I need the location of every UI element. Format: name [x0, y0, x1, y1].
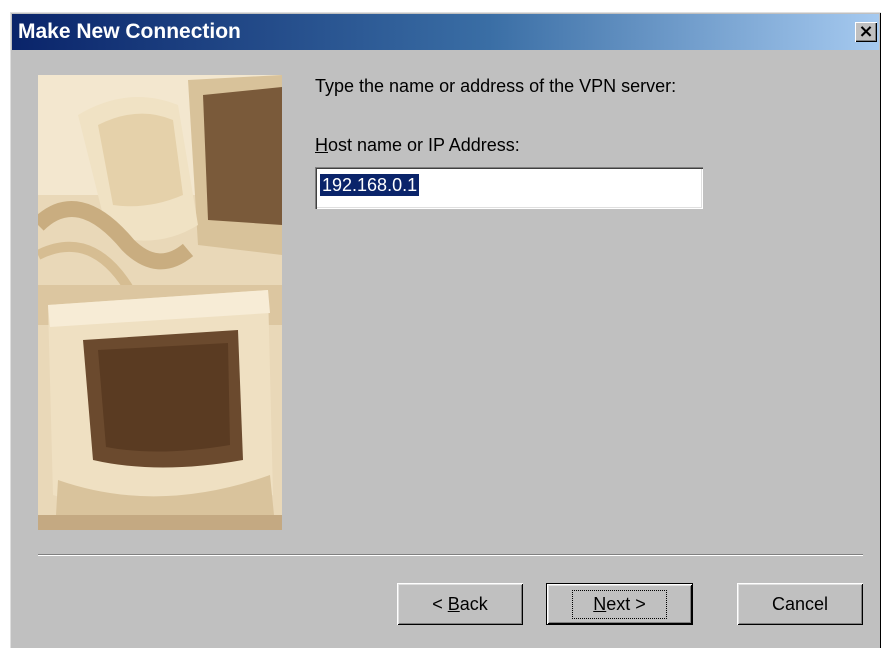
next-button-label: ext > — [606, 593, 646, 614]
title-bar[interactable]: Make New Connection × — [12, 14, 879, 50]
host-address-value: 192.168.0.1 — [320, 174, 420, 196]
make-new-connection-dialog: Make New Connection × Type the name or a… — [10, 12, 881, 648]
host-label-text: ost name or IP Address: — [328, 135, 520, 155]
host-field-label: Host name or IP Address: — [315, 135, 520, 156]
back-button[interactable]: < Back — [397, 583, 523, 625]
button-separator — [38, 554, 863, 556]
monitors-and-phone-illustration — [38, 75, 282, 530]
next-button-focus: Next > — [572, 589, 667, 619]
back-button-label: ack — [459, 593, 488, 614]
wizard-illustration — [38, 75, 282, 530]
close-button[interactable]: × — [855, 22, 877, 42]
close-icon: × — [858, 21, 874, 42]
host-label-accelerator: H — [315, 135, 328, 155]
cancel-button[interactable]: Cancel — [737, 583, 863, 625]
host-address-input[interactable]: 192.168.0.1 — [315, 167, 703, 209]
next-button[interactable]: Next > — [546, 583, 693, 625]
back-button-prefix: < — [432, 593, 448, 614]
window-title: Make New Connection — [18, 20, 241, 43]
back-button-accelerator: B — [447, 593, 460, 614]
next-button-accelerator: N — [593, 593, 607, 614]
cancel-button-label: Cancel — [771, 593, 829, 614]
instruction-text: Type the name or address of the VPN serv… — [315, 76, 677, 96]
